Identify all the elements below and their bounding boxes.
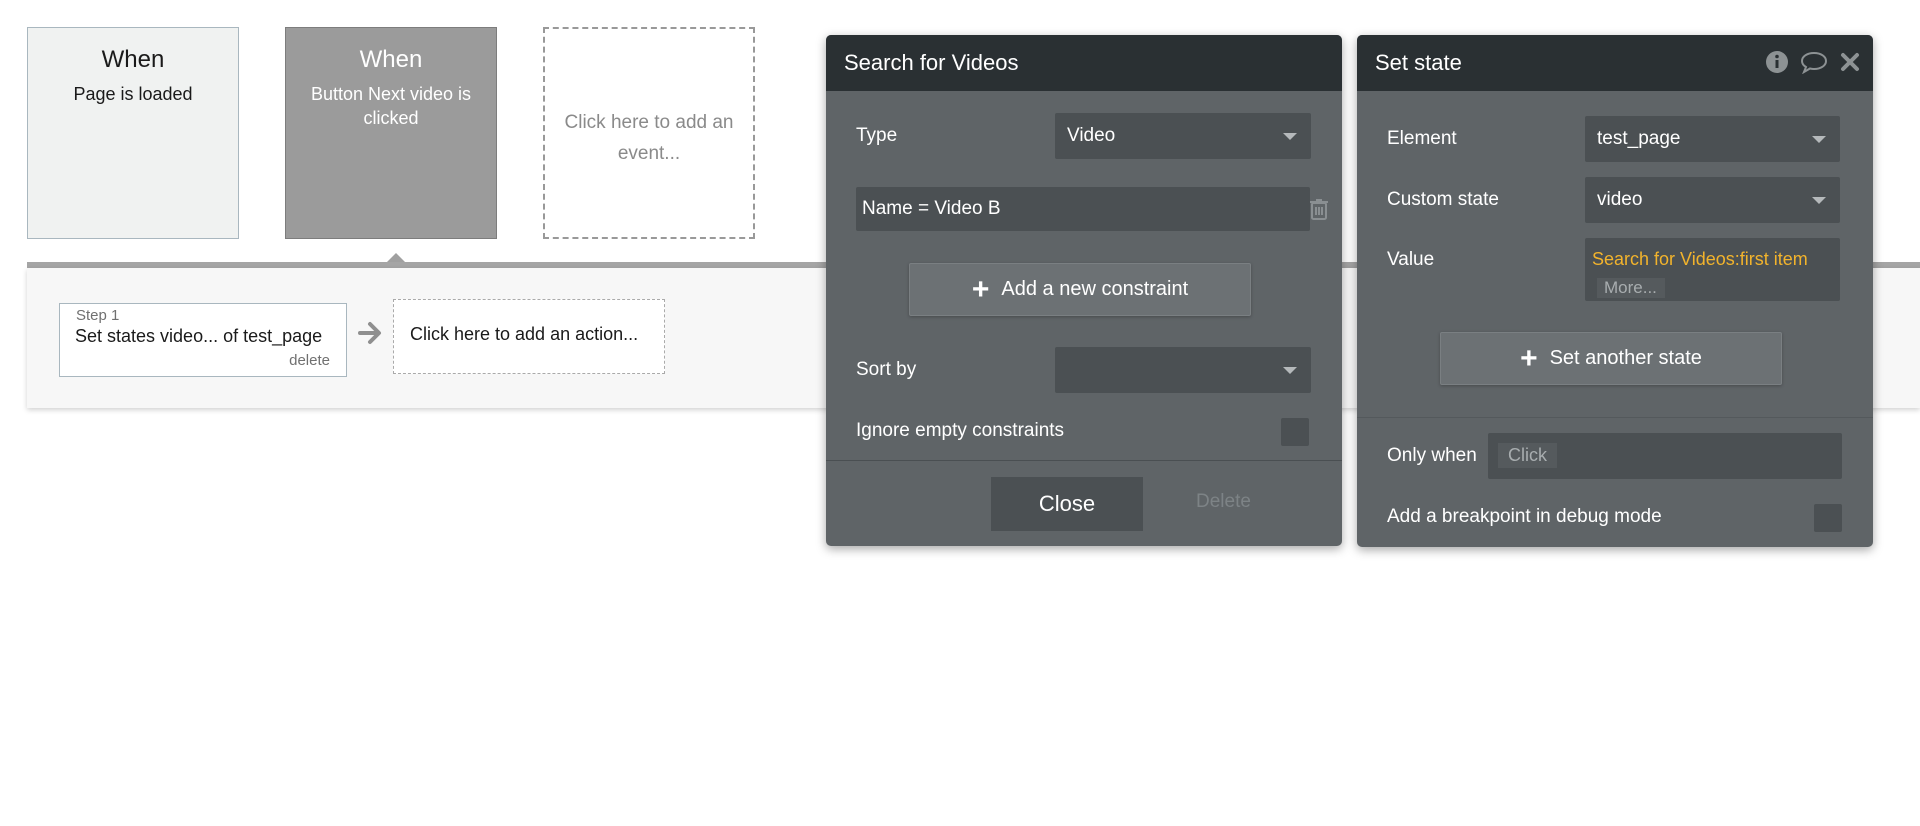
ignore-empty-label: Ignore empty constraints <box>856 420 1065 441</box>
trash-icon[interactable] <box>1308 197 1330 221</box>
constraint-text: Name = Video B <box>862 198 1001 219</box>
value-expression[interactable]: Search for Videos:first item <box>1592 249 1808 270</box>
chevron-down-icon <box>1812 136 1826 143</box>
chevron-down-icon <box>1283 367 1297 374</box>
arrow-right-icon <box>358 322 381 344</box>
set-another-state-label: Set another state <box>1549 347 1702 369</box>
event-title: When <box>101 46 165 73</box>
info-icon[interactable] <box>1765 50 1789 74</box>
chevron-down-icon <box>1812 197 1826 204</box>
panel-footer: Close Delete <box>826 460 1342 546</box>
event-title: When <box>359 46 423 73</box>
element-label: Element <box>1387 128 1457 149</box>
custom-state-dropdown[interactable]: video <box>1585 177 1840 223</box>
divider <box>1357 417 1873 418</box>
set-state-panel: Set state Element test_page Custom state… <box>1357 35 1873 547</box>
plus-icon: + <box>971 272 990 306</box>
add-constraint-button[interactable]: + Add a new constraint <box>909 263 1251 316</box>
value-expression-field[interactable]: Search for Videos:first item More... <box>1585 238 1840 301</box>
custom-state-value: video <box>1597 189 1643 210</box>
more-link[interactable]: More... <box>1597 278 1665 298</box>
close-button[interactable]: Close <box>991 477 1143 531</box>
step-delete-link[interactable]: delete <box>289 352 330 369</box>
only-when-placeholder[interactable]: Click <box>1498 443 1557 468</box>
value-label: Value <box>1387 249 1435 270</box>
comment-icon[interactable] <box>1799 50 1829 74</box>
breakpoint-checkbox[interactable] <box>1814 504 1842 532</box>
event-subtitle: Button Next video is clicked <box>310 84 472 128</box>
constraint-row[interactable]: Name = Video B <box>856 187 1310 231</box>
type-dropdown[interactable]: Video <box>1055 113 1311 159</box>
panel-header: Set state <box>1357 35 1873 91</box>
set-another-state-button[interactable]: + Set another state <box>1440 332 1782 385</box>
add-action-button[interactable]: Click here to add an action... <box>393 299 665 374</box>
search-for-videos-panel: Search for Videos Type Video Name = Vide… <box>826 35 1342 546</box>
close-icon[interactable] <box>1839 51 1861 73</box>
add-constraint-label: Add a new constraint <box>1001 278 1189 300</box>
event-card-button-clicked[interactable]: When Button Next video is clicked <box>285 27 497 239</box>
step-description: Set states video... of test_page <box>75 326 323 346</box>
step-number: Step 1 <box>76 307 120 324</box>
event-subtitle: Page is loaded <box>73 84 193 104</box>
only-when-label: Only when <box>1387 445 1477 466</box>
sort-by-dropdown[interactable] <box>1055 347 1311 393</box>
type-label: Type <box>856 125 898 146</box>
element-dropdown[interactable]: test_page <box>1585 116 1840 162</box>
only-when-field[interactable]: Click <box>1488 433 1842 479</box>
panel-title: Search for Videos <box>826 35 1342 91</box>
sort-by-label: Sort by <box>856 359 917 380</box>
workflow-step-1[interactable]: Step 1 Set states video... of test_page … <box>59 303 347 377</box>
breakpoint-label: Add a breakpoint in debug mode <box>1387 506 1662 527</box>
chevron-down-icon <box>1283 133 1297 140</box>
add-event-card[interactable]: Click here to add an event... <box>543 27 755 239</box>
panel-title: Set state <box>1375 50 1462 75</box>
delete-button[interactable]: Delete <box>1196 491 1251 513</box>
plus-icon: + <box>1520 341 1538 375</box>
ignore-empty-checkbox[interactable] <box>1281 418 1309 446</box>
element-value: test_page <box>1597 128 1681 149</box>
add-event-label: Click here to add an event... <box>564 112 734 164</box>
custom-state-label: Custom state <box>1387 189 1499 210</box>
type-value: Video <box>1067 125 1116 146</box>
event-card-page-loaded[interactable]: When Page is loaded <box>27 27 239 239</box>
